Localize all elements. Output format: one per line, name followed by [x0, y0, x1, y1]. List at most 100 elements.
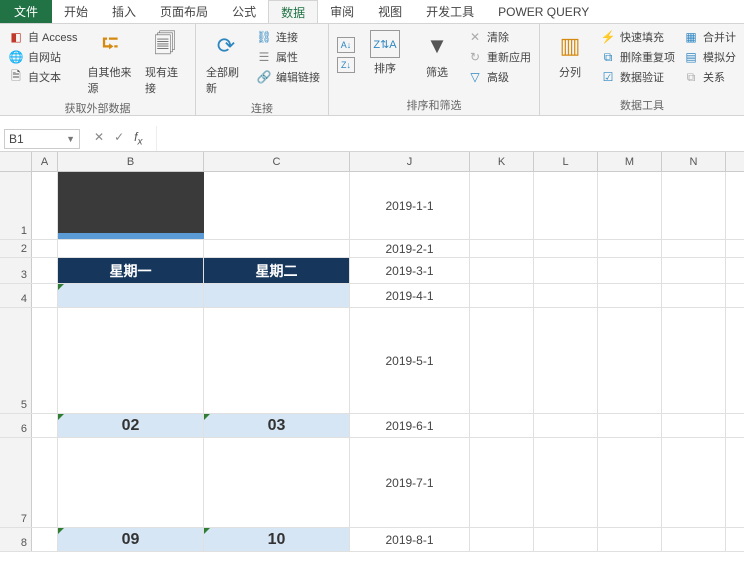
cell-N5[interactable] [662, 308, 726, 413]
cell-K5[interactable] [470, 308, 534, 413]
cell-A2[interactable] [32, 240, 58, 257]
cell-A5[interactable] [32, 308, 58, 413]
cell-N7[interactable] [662, 438, 726, 527]
cell-L1[interactable] [534, 172, 598, 239]
advanced-filter-button[interactable]: ▽高级 [465, 68, 533, 86]
sort-desc-button[interactable]: Z↓ [335, 56, 357, 74]
cell-K8[interactable] [470, 528, 534, 551]
tab-view[interactable]: 视图 [366, 0, 414, 23]
flash-fill-button[interactable]: ⚡快速填充 [598, 28, 677, 46]
from-text-button[interactable]: 🗎自文本 [6, 68, 80, 86]
tab-formulas[interactable]: 公式 [220, 0, 268, 23]
cell-M8[interactable] [598, 528, 662, 551]
tab-developer[interactable]: 开发工具 [414, 0, 486, 23]
cell-K7[interactable] [470, 438, 534, 527]
cell-C7[interactable] [204, 438, 350, 527]
cell-M1[interactable] [598, 172, 662, 239]
filter-button[interactable]: ▼筛选 [413, 28, 461, 82]
cell-M2[interactable] [598, 240, 662, 257]
row-header-2[interactable]: 2 [0, 240, 32, 257]
reapply-button[interactable]: ↻重新应用 [465, 48, 533, 66]
cell-M6[interactable] [598, 414, 662, 437]
cell-K2[interactable] [470, 240, 534, 257]
cell-C2[interactable] [204, 240, 350, 257]
connections-button[interactable]: ⛓连接 [254, 28, 322, 46]
cell-C5[interactable] [204, 308, 350, 413]
cell-L7[interactable] [534, 438, 598, 527]
data-validation-button[interactable]: ☑数据验证 [598, 68, 677, 86]
cell-L3[interactable] [534, 258, 598, 283]
tab-home[interactable]: 开始 [52, 0, 100, 23]
tab-file[interactable]: 文件 [0, 0, 52, 23]
col-header-J[interactable]: J [350, 152, 470, 171]
select-all-corner[interactable] [0, 152, 32, 171]
col-header-A[interactable]: A [32, 152, 58, 171]
cell-B8[interactable]: 09 [58, 528, 204, 551]
cell-J3[interactable]: 2019-3-1 [350, 258, 470, 283]
cell-L6[interactable] [534, 414, 598, 437]
enter-icon[interactable]: ✓ [114, 130, 124, 147]
cell-A8[interactable] [32, 528, 58, 551]
cell-L4[interactable] [534, 284, 598, 307]
clear-filter-button[interactable]: ✕清除 [465, 28, 533, 46]
what-if-button[interactable]: ▤模拟分 [681, 48, 738, 66]
cell-C1[interactable] [204, 172, 350, 239]
cell-C8[interactable]: 10 [204, 528, 350, 551]
sort-button[interactable]: Z⇅A排序 [361, 28, 409, 78]
cell-A6[interactable] [32, 414, 58, 437]
from-web-button[interactable]: 🌐自网站 [6, 48, 80, 66]
cell-L8[interactable] [534, 528, 598, 551]
cell-N6[interactable] [662, 414, 726, 437]
cancel-icon[interactable]: ✕ [94, 130, 104, 147]
row-header-8[interactable]: 8 [0, 528, 32, 551]
name-box[interactable]: B1▼ [4, 129, 80, 149]
tab-data[interactable]: 数据 [268, 0, 318, 23]
cell-N3[interactable] [662, 258, 726, 283]
cell-L2[interactable] [534, 240, 598, 257]
cell-J6[interactable]: 2019-6-1 [350, 414, 470, 437]
cell-M3[interactable] [598, 258, 662, 283]
tab-power-query[interactable]: POWER QUERY [486, 0, 601, 23]
cell-J1[interactable]: 2019-1-1 [350, 172, 470, 239]
cell-J7[interactable]: 2019-7-1 [350, 438, 470, 527]
cell-C3[interactable]: 星期二 [204, 258, 350, 283]
cell-C4[interactable] [204, 284, 350, 307]
cell-B3[interactable]: 星期一 [58, 258, 204, 283]
cell-A4[interactable] [32, 284, 58, 307]
cell-N1[interactable] [662, 172, 726, 239]
formula-bar-input[interactable] [156, 126, 744, 151]
col-header-K[interactable]: K [470, 152, 534, 171]
from-access-button[interactable]: ◧自 Access [6, 28, 80, 46]
cell-N2[interactable] [662, 240, 726, 257]
name-box-dropdown-icon[interactable]: ▼ [66, 134, 75, 144]
row-header-6[interactable]: 6 [0, 414, 32, 437]
tab-page-layout[interactable]: 页面布局 [148, 0, 220, 23]
cell-J8[interactable]: 2019-8-1 [350, 528, 470, 551]
cell-B6[interactable]: 02 [58, 414, 204, 437]
cell-K4[interactable] [470, 284, 534, 307]
tab-insert[interactable]: 插入 [100, 0, 148, 23]
cell-A7[interactable] [32, 438, 58, 527]
cell-M4[interactable] [598, 284, 662, 307]
cell-B7[interactable] [58, 438, 204, 527]
cell-N4[interactable] [662, 284, 726, 307]
properties-button[interactable]: ☰属性 [254, 48, 322, 66]
from-other-sources-button[interactable]: ⮓自其他来源 [84, 28, 137, 98]
text-to-columns-button[interactable]: ▥分列 [546, 28, 594, 82]
col-header-M[interactable]: M [598, 152, 662, 171]
cell-L5[interactable] [534, 308, 598, 413]
cell-B4[interactable] [58, 284, 204, 307]
row-header-3[interactable]: 3 [0, 258, 32, 283]
row-header-1[interactable]: 1 [0, 172, 32, 239]
cell-K1[interactable] [470, 172, 534, 239]
edit-links-button[interactable]: 🔗编辑链接 [254, 68, 322, 86]
sort-asc-button[interactable]: A↓ [335, 36, 357, 54]
cell-C6[interactable]: 03 [204, 414, 350, 437]
cell-N8[interactable] [662, 528, 726, 551]
row-header-5[interactable]: 5 [0, 308, 32, 413]
cell-J2[interactable]: 2019-2-1 [350, 240, 470, 257]
cell-K6[interactable] [470, 414, 534, 437]
cell-B5[interactable] [58, 308, 204, 413]
cell-M5[interactable] [598, 308, 662, 413]
cell-A1[interactable] [32, 172, 58, 239]
